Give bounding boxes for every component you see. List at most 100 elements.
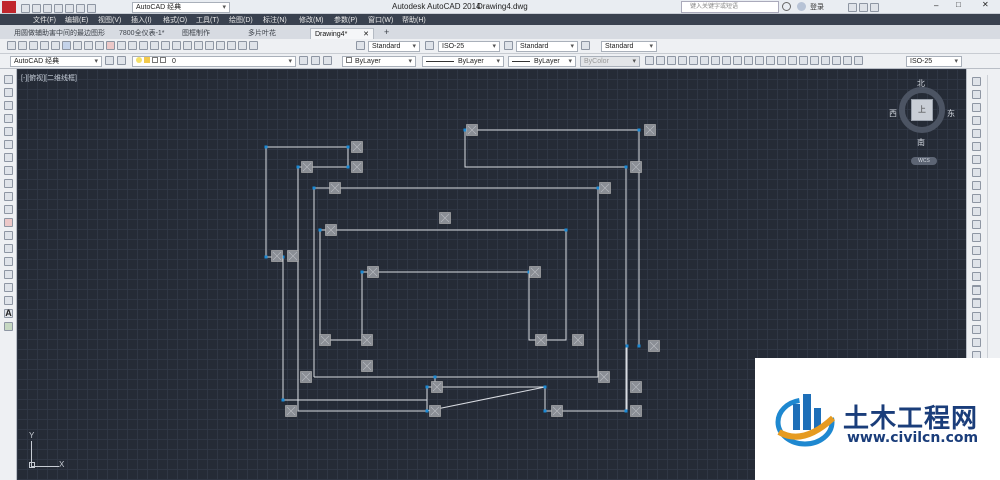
viewcube-north[interactable]: 北	[917, 78, 925, 89]
selection-marker[interactable]	[529, 266, 541, 278]
selection-marker[interactable]	[439, 212, 451, 224]
grip-point[interactable]	[425, 385, 429, 389]
login-link[interactable]: 登录	[810, 2, 824, 12]
inspect-icon[interactable]	[810, 56, 819, 65]
spiral-segment[interactable]	[265, 147, 276, 258]
file-tab[interactable]: 多片叶花	[244, 28, 280, 39]
menu-dimension[interactable]: 标注(N)	[263, 15, 287, 25]
arc-length-icon[interactable]	[667, 56, 676, 65]
zoom-window-icon[interactable]	[161, 41, 170, 50]
grip-point[interactable]	[281, 398, 285, 402]
copy-icon[interactable]	[84, 41, 93, 50]
grip-point[interactable]	[318, 228, 322, 232]
help-icon[interactable]	[249, 41, 258, 50]
color-select[interactable]: ByLayer	[342, 56, 416, 67]
workspace-switcher[interactable]: AutoCAD 经典	[132, 2, 230, 13]
menu-tools[interactable]: 工具(T)	[196, 15, 219, 25]
move-icon[interactable]	[972, 142, 981, 151]
arc-icon[interactable]	[4, 140, 13, 149]
menu-insert[interactable]: 插入(I)	[131, 15, 152, 25]
selection-marker[interactable]	[630, 381, 642, 393]
selection-marker[interactable]	[287, 250, 299, 262]
pan-icon[interactable]	[139, 41, 148, 50]
aligned-dim-icon[interactable]	[656, 56, 665, 65]
menu-edit[interactable]: 编辑(E)	[65, 15, 88, 25]
revcloud-icon[interactable]	[4, 166, 13, 175]
menu-window[interactable]: 窗口(W)	[368, 15, 393, 25]
right-dim-style-select[interactable]: ISO-25	[906, 56, 962, 67]
maximize-icon[interactable]: □	[956, 0, 961, 9]
make-block-icon[interactable]	[4, 231, 13, 240]
polyline-spiral[interactable]	[265, 129, 640, 412]
layer-select[interactable]: 0	[132, 56, 296, 67]
ellipse-arc-icon[interactable]	[4, 205, 13, 214]
point-icon[interactable]	[4, 244, 13, 253]
baseline-icon[interactable]	[744, 56, 753, 65]
grip-point[interactable]	[624, 409, 628, 413]
offset-icon[interactable]	[972, 116, 981, 125]
search-input[interactable]: 键入关键字或短语	[681, 1, 779, 13]
text-front-icon[interactable]	[972, 338, 981, 347]
spiral-segment[interactable]	[319, 229, 567, 341]
menu-modify[interactable]: 修改(M)	[299, 15, 324, 25]
selection-marker[interactable]	[351, 161, 363, 173]
connect-icon[interactable]	[859, 3, 868, 12]
selection-marker[interactable]	[301, 161, 313, 173]
search-icon[interactable]	[782, 2, 791, 11]
angular-icon[interactable]	[722, 56, 731, 65]
linear-dim-icon[interactable]	[645, 56, 654, 65]
diameter-icon[interactable]	[711, 56, 720, 65]
grip-point[interactable]	[463, 128, 467, 132]
mirror-icon[interactable]	[972, 103, 981, 112]
dim-update-icon[interactable]	[854, 56, 863, 65]
undo-icon[interactable]	[117, 41, 126, 50]
exchange-icon[interactable]	[848, 3, 857, 12]
viewcube-south[interactable]: 南	[917, 137, 925, 148]
grip-point[interactable]	[360, 270, 364, 274]
grip-points[interactable]	[264, 128, 641, 413]
grip-point[interactable]	[425, 409, 429, 413]
dim-text-edit-icon[interactable]	[843, 56, 852, 65]
selection-markers[interactable]	[271, 124, 660, 417]
selection-marker[interactable]	[630, 161, 642, 173]
file-tab[interactable]: 图框制作	[178, 28, 214, 39]
design-center-icon[interactable]	[194, 41, 203, 50]
array-icon[interactable]	[972, 129, 981, 138]
fillet-icon[interactable]	[972, 272, 981, 281]
save-icon[interactable]	[43, 4, 52, 13]
break-icon[interactable]	[972, 233, 981, 242]
mtext-icon[interactable]: A	[4, 309, 13, 318]
stretch-icon[interactable]	[972, 181, 981, 190]
layer-previous-icon[interactable]	[311, 56, 320, 65]
paste-icon[interactable]	[95, 41, 104, 50]
markup-icon[interactable]	[227, 41, 236, 50]
grip-point[interactable]	[312, 186, 316, 190]
file-tab[interactable]: 7800全仪表-1*	[115, 28, 169, 39]
dim-break-icon[interactable]	[777, 56, 786, 65]
properties-icon[interactable]	[183, 41, 192, 50]
file-tab[interactable]: 用圆做辅助害中间的最边图形	[10, 28, 109, 39]
center-mark-icon[interactable]	[799, 56, 808, 65]
minimize-icon[interactable]: –	[934, 1, 938, 10]
selection-marker[interactable]	[319, 334, 331, 346]
selection-marker[interactable]	[572, 334, 584, 346]
extend-icon[interactable]	[972, 207, 981, 216]
join-icon[interactable]	[972, 246, 981, 255]
polygon-icon[interactable]	[4, 114, 13, 123]
zoom-realtime-icon[interactable]	[150, 41, 159, 50]
selection-marker[interactable]	[599, 182, 611, 194]
text-style-select[interactable]: Standard	[368, 41, 420, 52]
close-icon[interactable]: ✕	[982, 0, 989, 9]
menu-format[interactable]: 格式(O)	[163, 15, 187, 25]
publish-icon[interactable]	[62, 41, 71, 50]
selection-marker[interactable]	[648, 340, 660, 352]
selection-marker[interactable]	[300, 371, 312, 383]
selection-marker[interactable]	[535, 334, 547, 346]
grip-point[interactable]	[624, 165, 628, 169]
selection-marker[interactable]	[551, 405, 563, 417]
undo-icon[interactable]	[76, 4, 85, 13]
user-icon[interactable]	[797, 2, 806, 11]
grip-point[interactable]	[433, 375, 437, 379]
selection-marker[interactable]	[285, 405, 297, 417]
polyline-icon[interactable]	[4, 101, 13, 110]
